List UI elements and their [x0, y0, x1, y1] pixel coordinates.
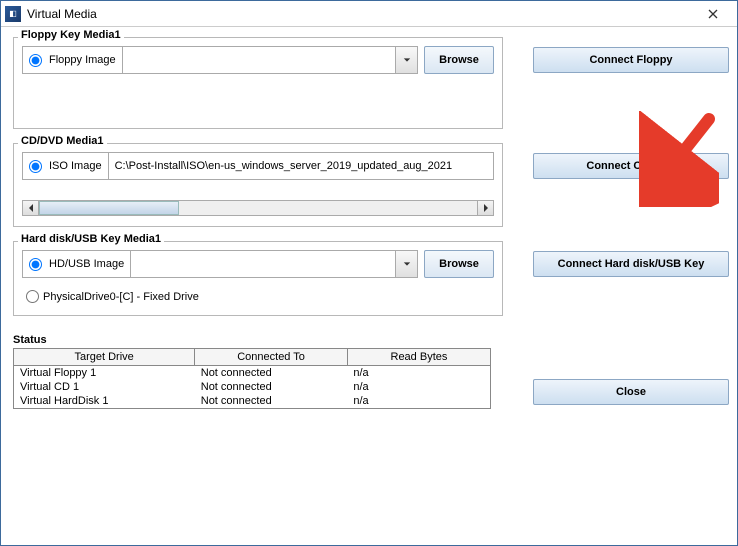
close-button[interactable]: Close: [533, 379, 729, 405]
window-close-button[interactable]: [693, 2, 733, 26]
hdusb-group: Hard disk/USB Key Media1 HD/USB Image Br…: [13, 241, 503, 316]
status-header-bytes: Read Bytes: [347, 349, 490, 366]
status-cell: Virtual Floppy 1: [14, 366, 195, 381]
iso-image-radio[interactable]: ISO Image: [22, 152, 109, 180]
status-header-drive: Target Drive: [14, 349, 195, 366]
status-legend: Status: [13, 334, 491, 346]
titlebar: ◧ Virtual Media: [1, 1, 737, 27]
scroll-right-arrow[interactable]: [477, 201, 493, 215]
connect-cddvd-button[interactable]: Connect CD/DVD: [533, 153, 729, 179]
status-header-connected: Connected To: [195, 349, 348, 366]
cddvd-scrollbar[interactable]: [22, 200, 494, 216]
floppy-dropdown-arrow[interactable]: [396, 46, 418, 74]
cddvd-legend: CD/DVD Media1: [18, 135, 107, 147]
floppy-radio-label: Floppy Image: [49, 54, 116, 66]
hdusb-radio-label: HD/USB Image: [49, 258, 124, 270]
floppy-group: Floppy Key Media1 Floppy Image Browse: [13, 37, 503, 129]
status-row: Virtual Floppy 1 Not connected n/a: [14, 366, 491, 381]
floppy-radio-input[interactable]: [29, 54, 42, 67]
scroll-track[interactable]: [39, 201, 477, 215]
hdusb-image-radio[interactable]: HD/USB Image: [22, 250, 131, 278]
scroll-thumb[interactable]: [39, 201, 179, 215]
physical-radio-input[interactable]: [26, 290, 39, 303]
floppy-path-input[interactable]: [123, 46, 396, 74]
scroll-left-arrow[interactable]: [23, 201, 39, 215]
cddvd-group: CD/DVD Media1 ISO Image C:\Post-Install\…: [13, 143, 503, 227]
physical-drive-label: PhysicalDrive0-[C] - Fixed Drive: [43, 291, 199, 303]
hdusb-browse-button[interactable]: Browse: [424, 250, 494, 278]
hdusb-path-input[interactable]: [131, 250, 396, 278]
iso-path-input[interactable]: C:\Post-Install\ISO\en-us_windows_server…: [109, 152, 494, 180]
window-title: Virtual Media: [27, 7, 693, 21]
hdusb-radio-input[interactable]: [29, 258, 42, 271]
hdusb-legend: Hard disk/USB Key Media1: [18, 233, 164, 245]
status-cell: Not connected: [195, 366, 348, 381]
connect-floppy-button[interactable]: Connect Floppy: [533, 47, 729, 73]
floppy-legend: Floppy Key Media1: [18, 29, 124, 41]
status-cell: n/a: [347, 366, 490, 381]
connect-hdusb-button[interactable]: Connect Hard disk/USB Key: [533, 251, 729, 277]
hdusb-dropdown-arrow[interactable]: [396, 250, 418, 278]
floppy-browse-button[interactable]: Browse: [424, 46, 494, 74]
iso-radio-label: ISO Image: [49, 160, 102, 172]
app-icon: ◧: [5, 6, 21, 22]
physical-drive-radio[interactable]: PhysicalDrive0-[C] - Fixed Drive: [22, 288, 494, 305]
floppy-image-radio[interactable]: Floppy Image: [22, 46, 123, 74]
iso-radio-input[interactable]: [29, 160, 42, 173]
